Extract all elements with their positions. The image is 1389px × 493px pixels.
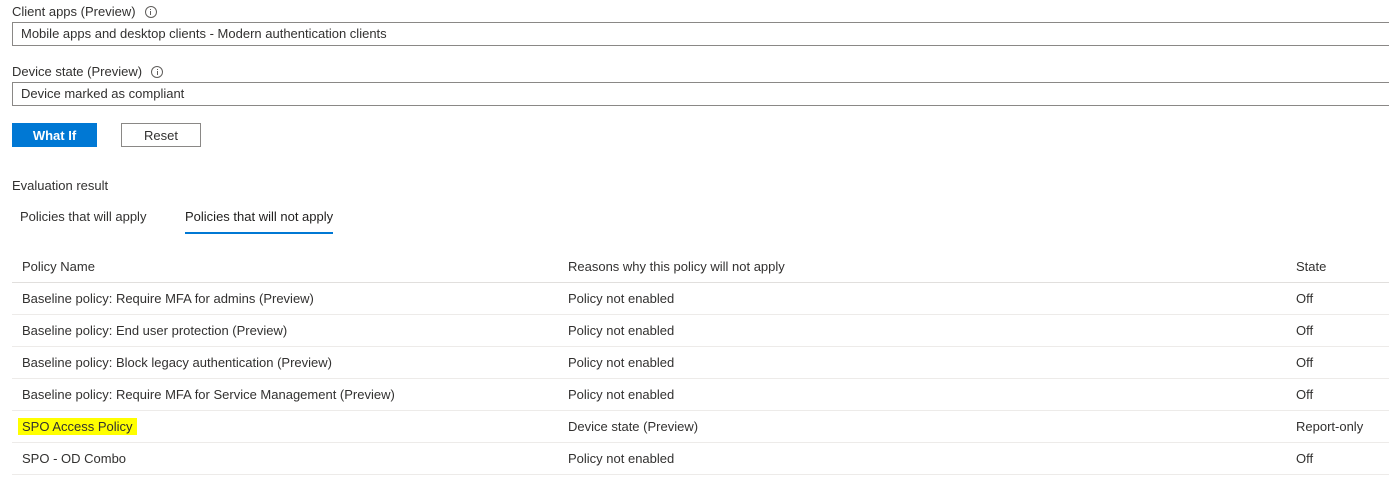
client-apps-select[interactable]: Mobile apps and desktop clients - Modern… [12,22,1389,46]
client-apps-label-text: Client apps (Preview) [12,4,136,19]
table-row[interactable]: Baseline policy: Require MFA for Service… [12,379,1389,411]
column-header-reasons[interactable]: Reasons why this policy will not apply [568,250,785,282]
state-cell: Report-only [1296,419,1364,434]
reason-cell: Policy not enabled [568,451,675,466]
column-header-state[interactable]: State [1296,250,1326,282]
policy-name-cell: SPO Access Policy [18,411,137,442]
tab-policies-not-apply[interactable]: Policies that will not apply [185,209,334,234]
reason-cell: Policy not enabled [568,387,675,402]
client-apps-label: Client apps (Preview) [12,4,157,19]
policy-name-cell: Baseline policy: Block legacy authentica… [22,355,332,370]
reset-button[interactable]: Reset [121,123,201,147]
policy-name-cell: Baseline policy: End user protection (Pr… [22,323,288,338]
state-cell: Off [1296,323,1314,338]
device-state-select[interactable]: Device marked as compliant [12,82,1389,106]
table-row[interactable]: SPO - OD Combo Policy not enabled Off [12,443,1389,475]
policy-name-cell: SPO - OD Combo [22,451,127,466]
state-cell: Off [1296,355,1314,370]
info-icon[interactable] [151,65,164,78]
table-header: Policy Name Reasons why this policy will… [12,250,1389,283]
table-row[interactable]: Baseline policy: End user protection (Pr… [12,315,1389,347]
policy-name-cell: Baseline policy: Require MFA for admins … [22,291,314,306]
highlighted-policy-name: SPO Access Policy [18,418,137,435]
reason-cell: Policy not enabled [568,355,675,370]
device-state-label: Device state (Preview) [12,64,164,79]
state-cell: Off [1296,291,1314,306]
table-row[interactable]: Baseline policy: Block legacy authentica… [12,347,1389,379]
reason-cell: Policy not enabled [568,323,675,338]
state-cell: Off [1296,451,1314,466]
table-row[interactable]: SPO Access Policy Device state (Preview)… [12,411,1389,443]
reason-cell: Device state (Preview) [568,419,699,434]
policy-name-cell: Baseline policy: Require MFA for Service… [22,387,395,402]
state-cell: Off [1296,387,1314,402]
info-icon[interactable] [144,5,157,18]
device-state-label-text: Device state (Preview) [12,64,143,79]
policies-table: Policy Name Reasons why this policy will… [12,250,1389,475]
column-header-policy-name[interactable]: Policy Name [22,250,95,282]
evaluation-result-title: Evaluation result [12,178,109,193]
what-if-button[interactable]: What If [12,123,97,147]
tab-policies-apply[interactable]: Policies that will apply [20,209,146,232]
reason-cell: Policy not enabled [568,291,675,306]
table-row[interactable]: Baseline policy: Require MFA for admins … [12,283,1389,315]
